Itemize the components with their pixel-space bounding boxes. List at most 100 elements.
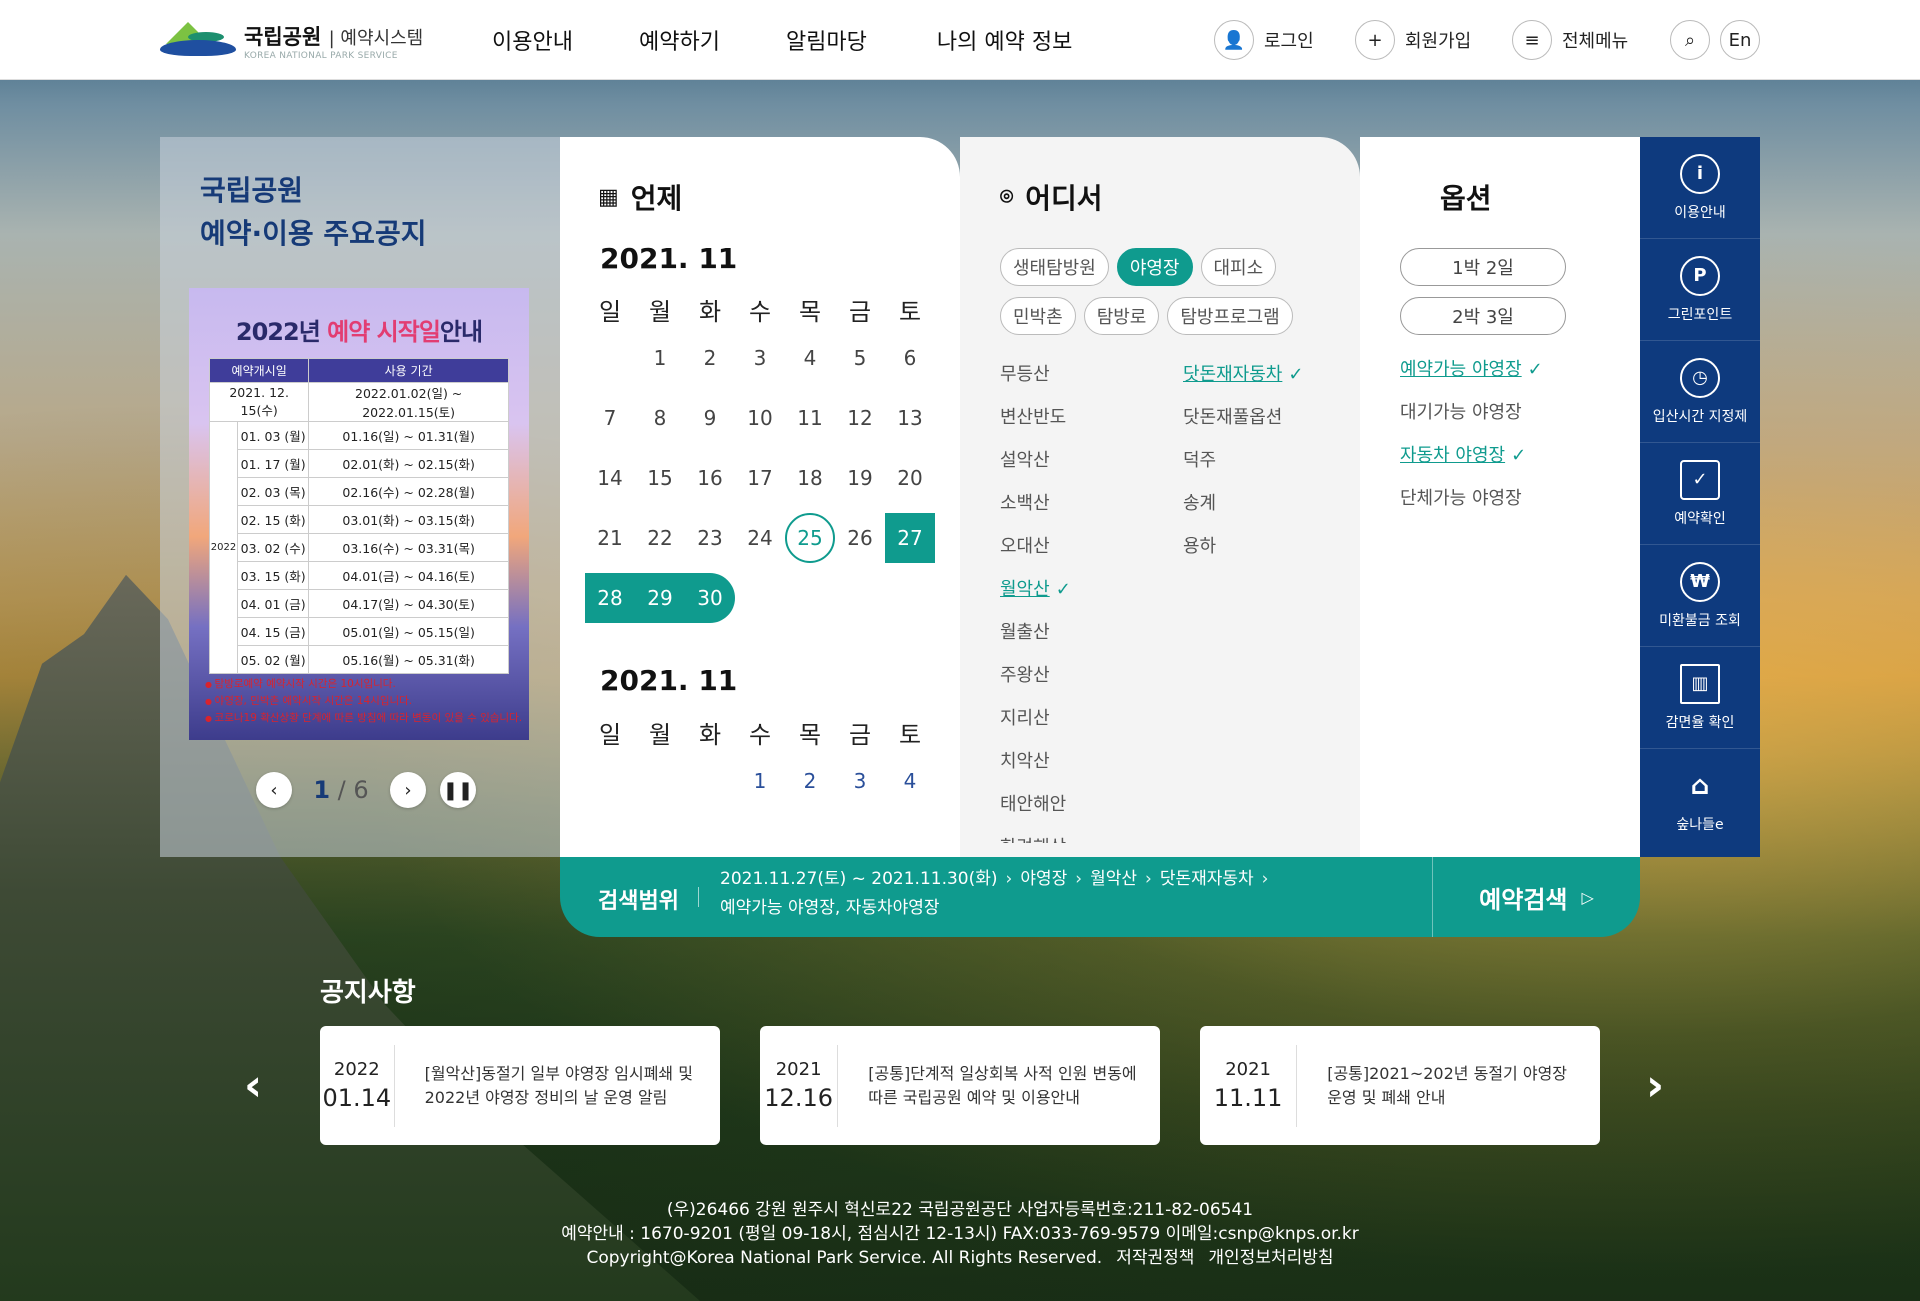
notice-poster[interactable]: 2022년 예약 시작일안내 예약개시일 사용 기간 2021. 12. 15(수… bbox=[189, 288, 529, 740]
calendar-day[interactable]: 7 bbox=[585, 388, 635, 448]
calendar-day[interactable]: 2 bbox=[785, 751, 835, 811]
chip-trail[interactable]: 탐방로 bbox=[1083, 297, 1160, 335]
calendar-day[interactable]: 19 bbox=[835, 448, 885, 508]
notice-card[interactable]: 2021 12.16 [공통]단계적 일상회복 사적 인원 변동에 따른 국립공원… bbox=[760, 1026, 1160, 1145]
option-group[interactable]: 단체가능 야영장 bbox=[1400, 477, 1543, 520]
nav-my-reservation[interactable]: 나의 예약 정보 bbox=[937, 24, 1072, 56]
site-item[interactable]: 닷돈재풀옵션 bbox=[1183, 396, 1303, 439]
calendar-day[interactable]: 9 bbox=[685, 388, 735, 448]
chip-shelter[interactable]: 대피소 bbox=[1200, 248, 1277, 286]
calendar-day[interactable]: 21 bbox=[585, 508, 635, 568]
option-car-camp[interactable]: 자동차 야영장 bbox=[1400, 434, 1543, 477]
notice-card[interactable]: 2022 01.14 [월악산]동절기 일부 야영장 임시폐쇄 및 2022년 야… bbox=[320, 1026, 720, 1145]
quick-discount-check[interactable]: ▥ 감면율 확인 bbox=[1640, 647, 1760, 749]
logo-subtitle: KOREA NATIONAL PARK SERVICE bbox=[244, 51, 398, 61]
calendar-day[interactable]: 15 bbox=[635, 448, 685, 508]
park-item[interactable]: 한려해상 bbox=[1000, 826, 1071, 843]
park-item[interactable]: 오대산 bbox=[1000, 525, 1071, 568]
next-slide-button[interactable]: › bbox=[390, 772, 426, 808]
chart-icon: ▥ bbox=[1680, 663, 1720, 704]
calendar-day[interactable]: 5 bbox=[835, 328, 885, 388]
calendar-day[interactable]: 16 bbox=[685, 448, 735, 508]
login-icon: 👤 bbox=[1214, 20, 1254, 60]
quick-entry-time[interactable]: ◷ 입산시간 지정제 bbox=[1640, 341, 1760, 443]
calendar-day[interactable]: 3 bbox=[735, 328, 785, 388]
copyright-policy-link[interactable]: 저작권정책 bbox=[1116, 1248, 1194, 1268]
calendar-day[interactable]: 18 bbox=[785, 448, 835, 508]
calendar-day-selected[interactable]: 28 bbox=[585, 568, 635, 628]
signup-label: 회원가입 bbox=[1405, 31, 1472, 52]
pause-button[interactable]: ❚❚ bbox=[440, 772, 476, 808]
chip-eco-center[interactable]: 생태탐방원 bbox=[1000, 248, 1109, 286]
prev-slide-button[interactable]: ‹ bbox=[256, 772, 292, 808]
park-item[interactable]: 태안해안 bbox=[1000, 783, 1071, 826]
nav-reservation[interactable]: 예약하기 bbox=[639, 24, 720, 56]
calendar-day-selected[interactable]: 29 bbox=[635, 568, 685, 628]
calendar-day[interactable]: 1 bbox=[735, 751, 785, 811]
park-item[interactable]: 주왕산 bbox=[1000, 654, 1071, 697]
park-item-selected[interactable]: 월악산 bbox=[1000, 568, 1071, 611]
quick-forest[interactable]: ⌂ 숲나들e bbox=[1640, 749, 1760, 851]
park-item[interactable]: 치악산 bbox=[1000, 740, 1071, 783]
site-item-selected[interactable]: 닷돈재자동차 bbox=[1183, 353, 1303, 396]
option-waitlist[interactable]: 대기가능 야영장 bbox=[1400, 391, 1543, 434]
park-item[interactable]: 설악산 bbox=[1000, 439, 1071, 482]
stay-1n2d-button[interactable]: 1박 2일 bbox=[1400, 248, 1566, 286]
chip-program[interactable]: 탐방프로그램 bbox=[1167, 297, 1293, 335]
calendar-day[interactable]: 8 bbox=[635, 388, 685, 448]
calendar-day[interactable]: 1 bbox=[635, 328, 685, 388]
park-item[interactable]: 변산반도 bbox=[1000, 396, 1071, 439]
calendar-day[interactable]: 4 bbox=[885, 751, 935, 811]
calendar-day[interactable]: 6 bbox=[885, 328, 935, 388]
nav-notices[interactable]: 알림마당 bbox=[786, 24, 867, 56]
calendar-day[interactable]: 26 bbox=[835, 508, 885, 568]
calendar-day[interactable]: 12 bbox=[835, 388, 885, 448]
park-item[interactable]: 무등산 bbox=[1000, 353, 1071, 396]
all-menu-button[interactable]: ≡ 전체메뉴 bbox=[1512, 20, 1628, 60]
park-item[interactable]: 지리산 bbox=[1000, 697, 1071, 740]
calendar-day[interactable]: 14 bbox=[585, 448, 635, 508]
notices-prev-button[interactable]: ‹ bbox=[244, 1060, 262, 1111]
park-item[interactable]: 월출산 bbox=[1000, 611, 1071, 654]
quick-usage-guide[interactable]: i 이용안내 bbox=[1640, 137, 1760, 239]
site-logo[interactable]: 국립공원 | 예약시스템 KOREA NATIONAL PARK SERVICE bbox=[160, 18, 423, 64]
nav-usage-guide[interactable]: 이용안내 bbox=[492, 24, 573, 56]
site-item[interactable]: 송계 bbox=[1183, 482, 1303, 525]
quick-green-point[interactable]: P 그린포인트 bbox=[1640, 239, 1760, 341]
login-link[interactable]: 👤 로그인 bbox=[1214, 20, 1314, 60]
calendar-day[interactable]: 22 bbox=[635, 508, 685, 568]
quick-reservation-check[interactable]: ✓ 예약확인 bbox=[1640, 443, 1760, 545]
quick-refund-lookup[interactable]: ₩ 미환불금 조회 bbox=[1640, 545, 1760, 647]
park-list: 무등산 변산반도 설악산 소백산 오대산 월악산 월출산 주왕산 지리산 치악산… bbox=[1000, 353, 1071, 843]
calendar-day[interactable]: 13 bbox=[885, 388, 935, 448]
site-item[interactable]: 덕주 bbox=[1183, 439, 1303, 482]
search-icon: ⌕ bbox=[1670, 20, 1710, 60]
chip-campsite[interactable]: 야영장 bbox=[1116, 248, 1193, 286]
calendar-day[interactable]: 20 bbox=[885, 448, 935, 508]
search-button[interactable]: ⌕ bbox=[1670, 20, 1710, 60]
option-available[interactable]: 예약가능 야영장 bbox=[1400, 348, 1543, 391]
calendar-day[interactable]: 4 bbox=[785, 328, 835, 388]
stay-2n3d-button[interactable]: 2박 3일 bbox=[1400, 297, 1566, 335]
calendar-day[interactable]: 2 bbox=[685, 328, 735, 388]
calendar-day-today[interactable]: 25 bbox=[785, 508, 835, 568]
notices-next-button[interactable]: › bbox=[1646, 1060, 1664, 1111]
reservation-search-button[interactable]: 예약검색 ▷ bbox=[1432, 857, 1640, 937]
weekday-header-1: 일월화수목금토 bbox=[598, 298, 922, 326]
calendar-day-selected[interactable]: 30 bbox=[685, 568, 735, 628]
calendar-day[interactable]: 23 bbox=[685, 508, 735, 568]
language-button[interactable]: En bbox=[1720, 20, 1760, 60]
calendar-day[interactable]: 17 bbox=[735, 448, 785, 508]
signup-link[interactable]: + 회원가입 bbox=[1355, 20, 1471, 60]
calendar-day-selected[interactable]: 27 bbox=[885, 508, 935, 568]
chip-lodge[interactable]: 민박촌 bbox=[1000, 297, 1076, 335]
slide-counter: 1 / 6 bbox=[313, 776, 369, 804]
calendar-day[interactable]: 11 bbox=[785, 388, 835, 448]
privacy-policy-link[interactable]: 개인정보처리방침 bbox=[1208, 1248, 1333, 1268]
calendar-day[interactable]: 3 bbox=[835, 751, 885, 811]
calendar-day[interactable]: 24 bbox=[735, 508, 785, 568]
site-item[interactable]: 용하 bbox=[1183, 525, 1303, 568]
park-item[interactable]: 소백산 bbox=[1000, 482, 1071, 525]
calendar-day[interactable]: 10 bbox=[735, 388, 785, 448]
notice-card[interactable]: 2021 11.11 [공통]2021~202년 동절기 야영장 운영 및 폐쇄 … bbox=[1200, 1026, 1600, 1145]
